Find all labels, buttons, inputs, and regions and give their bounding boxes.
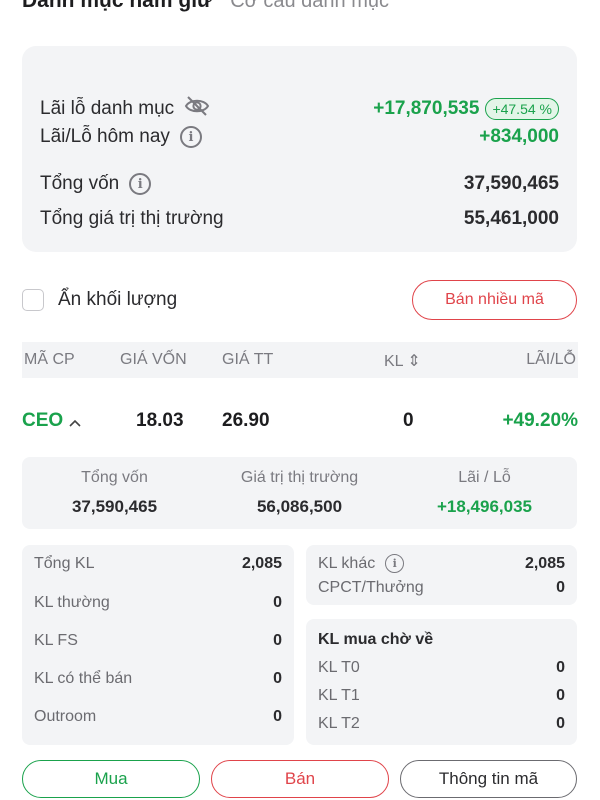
ticker[interactable]: CEO xyxy=(22,410,63,432)
detail-pnl-value: +18,496,035 xyxy=(436,497,532,516)
col-quantity-sort[interactable]: KL ⇕ xyxy=(384,351,421,371)
sellable-volume-value: 0 xyxy=(273,670,282,687)
holdings-table-header: MÃ CP GIÁ VỐN GIÁ TT KL ⇕ LÃI/LỖ xyxy=(22,342,578,378)
col-pnl[interactable]: LÃI/LỖ xyxy=(526,351,576,369)
eye-off-icon[interactable] xyxy=(184,95,210,123)
capital-row: Tổng vốn i 37,590,465 xyxy=(40,170,559,198)
other-volume-box: KL khác i 2,085 CPCT/Thưởng 0 xyxy=(306,545,577,605)
kv-t0: KL T0 0 xyxy=(318,659,565,677)
buy-button[interactable]: Mua xyxy=(22,760,200,798)
tab-structure[interactable]: Cơ cấu danh mục xyxy=(230,0,389,13)
pnl-percent: +49.20% xyxy=(502,410,578,431)
kv-outroom: Outroom 0 xyxy=(34,708,282,726)
capital-value: 37,590,465 xyxy=(463,173,559,194)
detail-market-value: 56,086,500 xyxy=(256,497,343,516)
today-label: Lãi/Lỗ hôm nay xyxy=(40,126,170,147)
hide-volume-toggle[interactable]: Ẩn khối lượng xyxy=(22,289,177,311)
pnl-row: Lãi lỗ danh mục +17,870,535 +47.54 % xyxy=(40,95,559,123)
cost-price: 18.03 xyxy=(136,410,184,431)
detail-pnl-label: Lãi / Lỗ xyxy=(458,469,511,486)
pnl-value: +17,870,535 xyxy=(373,98,480,119)
normal-volume-value: 0 xyxy=(273,594,282,611)
other-volume-label: KL khác xyxy=(318,554,376,572)
holding-detail-summary: Tổng vốn 37,590,465 Giá trị thị trường 5… xyxy=(22,457,577,529)
hide-volume-checkbox[interactable] xyxy=(22,289,44,311)
total-volume-label: Tổng KL xyxy=(34,555,95,572)
t2-value: 0 xyxy=(556,715,565,732)
tab-holdings[interactable]: Danh mục nắm giữ xyxy=(22,0,212,13)
bonus-volume-label: CPCT/Thưởng xyxy=(318,579,424,596)
kv-normal-volume: KL thường 0 xyxy=(34,594,282,612)
col-cost-price[interactable]: GIÁ VỐN xyxy=(120,351,187,369)
t0-value: 0 xyxy=(556,659,565,676)
today-value: +834,000 xyxy=(479,126,559,147)
kv-t2: KL T2 0 xyxy=(318,715,565,733)
kv-sellable-volume: KL có thể bán 0 xyxy=(34,670,282,688)
pnl-label: Lãi lỗ danh mục xyxy=(40,98,175,119)
outroom-value: 0 xyxy=(273,708,282,725)
market-value-row: Tổng giá trị thị trường 55,461,000 xyxy=(40,205,559,233)
fs-volume-value: 0 xyxy=(273,632,282,649)
stock-info-button[interactable]: Thông tin mã xyxy=(400,760,577,798)
bonus-volume-value: 0 xyxy=(556,579,565,596)
pending-title: KL mua chờ về xyxy=(318,631,434,648)
detail-capital-label: Tổng vốn xyxy=(81,469,148,486)
action-bar: Mua Bán Thông tin mã xyxy=(22,760,577,800)
t1-label: KL T1 xyxy=(318,687,360,704)
normal-volume-label: KL thường xyxy=(34,594,110,611)
info-icon[interactable]: i xyxy=(179,126,202,148)
market-value-label: Tổng giá trị thị trường xyxy=(40,208,224,229)
capital-label: Tổng vốn xyxy=(40,173,120,194)
quantity: 0 xyxy=(403,410,414,431)
outroom-label: Outroom xyxy=(34,708,97,725)
pending-volume-box: KL mua chờ về KL T0 0 KL T1 0 KL T2 0 xyxy=(306,619,577,745)
portfolio-tabs: Danh mục nắm giữ Cơ cấu danh mục xyxy=(22,0,389,16)
t1-value: 0 xyxy=(556,687,565,704)
info-icon[interactable]: i xyxy=(129,173,152,195)
t0-label: KL T0 xyxy=(318,659,360,676)
sellable-volume-label: KL có thể bán xyxy=(34,670,133,687)
fs-volume-label: KL FS xyxy=(34,632,78,649)
market-price: 26.90 xyxy=(222,410,270,431)
t2-label: KL T2 xyxy=(318,715,360,732)
total-volume-value: 2,085 xyxy=(241,555,282,572)
market-value: 55,461,000 xyxy=(463,208,559,229)
kv-bonus-volume: CPCT/Thưởng 0 xyxy=(318,579,565,597)
pnl-percent-badge: +47.54 % xyxy=(485,98,559,120)
pending-title-row: KL mua chờ về xyxy=(318,631,565,649)
col-market-price[interactable]: GIÁ TT xyxy=(222,351,273,369)
info-icon[interactable]: i xyxy=(385,554,405,573)
today-row: Lãi/Lỗ hôm nay i +834,000 xyxy=(40,123,559,151)
hide-volume-label: Ẩn khối lượng xyxy=(58,289,178,310)
kv-t1: KL T1 0 xyxy=(318,687,565,705)
volume-breakdown: Tổng KL 2,085 KL thường 0 KL FS 0 KL có … xyxy=(22,545,294,745)
kv-other-volume: KL khác i 2,085 xyxy=(318,554,565,573)
detail-market-label: Giá trị thị trường xyxy=(240,469,359,486)
col-ticker[interactable]: MÃ CP xyxy=(24,351,75,369)
sell-button[interactable]: Bán xyxy=(211,760,389,798)
portfolio-summary-card: Lãi lỗ danh mục +17,870,535 +47.54 % Lãi… xyxy=(22,46,577,252)
kv-fs-volume: KL FS 0 xyxy=(34,632,282,650)
holding-row[interactable]: CEO 18.03 26.90 0 +49.20% xyxy=(22,400,578,444)
detail-capital-value: 37,590,465 xyxy=(71,497,158,516)
chevron-up-icon[interactable] xyxy=(68,412,82,434)
options-row: Ẩn khối lượng Bán nhiều mã xyxy=(22,280,577,320)
kv-total-volume: Tổng KL 2,085 xyxy=(34,555,282,573)
other-volume-value: 2,085 xyxy=(524,554,565,572)
sell-many-button[interactable]: Bán nhiều mã xyxy=(412,280,577,320)
